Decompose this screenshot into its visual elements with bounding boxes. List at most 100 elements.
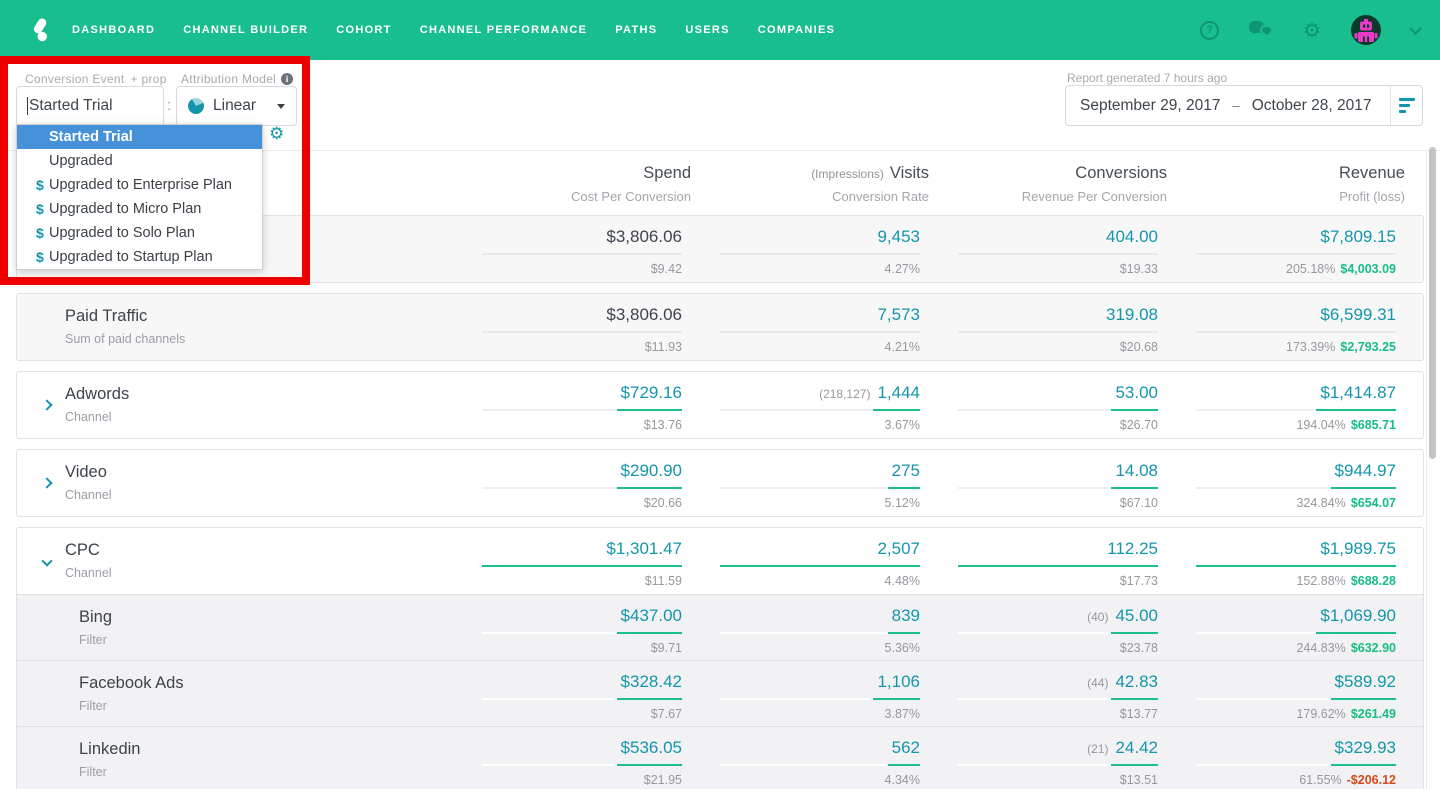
metric-underline bbox=[720, 565, 920, 567]
metric-value[interactable]: $1,414.87 bbox=[1320, 383, 1396, 402]
metric-value[interactable]: $536.05 bbox=[621, 738, 682, 757]
metric-value[interactable]: $329.93 bbox=[1335, 738, 1396, 757]
metric-value[interactable]: 42.83 bbox=[1115, 672, 1158, 691]
nav-item-dashboard[interactable]: DASHBOARD bbox=[72, 24, 155, 36]
conversion-event-dropdown: Started Trial Upgraded $ Upgraded to Enterp… bbox=[16, 124, 263, 270]
table-row-facebook-ads[interactable]: Facebook Ads Filter $328.42 $7.67 1,106 3.87%… bbox=[17, 660, 1423, 726]
metric-cell[interactable]: (21) 24.42 $13.51 bbox=[920, 727, 1158, 789]
table-row-bing[interactable]: Bing Filter $437.00 $9.71 839 5.36% (40) 45.00 $… bbox=[17, 594, 1423, 660]
metric-cell[interactable]: $1,301.47 $11.59 bbox=[444, 528, 682, 594]
metric-value[interactable]: 562 bbox=[892, 738, 920, 757]
dropdown-item-started-trial[interactable]: Started Trial bbox=[17, 125, 262, 149]
metric-cell[interactable]: 404.00 $19.33 bbox=[920, 216, 1158, 282]
metric-cell[interactable]: 7,573 4.21% bbox=[682, 294, 920, 360]
metric-cell[interactable]: $589.92 179.62% $261.49 bbox=[1158, 661, 1396, 726]
info-icon[interactable]: i bbox=[281, 73, 294, 85]
app-logo[interactable] bbox=[24, 15, 54, 45]
metric-cell[interactable]: (44) 42.83 $13.77 bbox=[920, 661, 1158, 726]
metric-cell[interactable]: $944.97 324.84% $654.07 bbox=[1158, 450, 1396, 516]
metric-cell[interactable]: $1,989.75 152.88% $688.28 bbox=[1158, 528, 1396, 594]
scrollbar-thumb[interactable] bbox=[1429, 147, 1436, 459]
metric-cell[interactable]: 53.00 $26.70 bbox=[920, 372, 1158, 438]
metric-cell[interactable]: 2,507 4.48% bbox=[682, 528, 920, 594]
metric-cell[interactable]: 112.25 $17.73 bbox=[920, 528, 1158, 594]
dropdown-item-upgraded-to-enterprise-plan[interactable]: $ Upgraded to Enterprise Plan bbox=[17, 173, 262, 197]
metric-cell[interactable]: $290.90 $20.66 bbox=[444, 450, 682, 516]
help-icon[interactable]: ? bbox=[1200, 20, 1220, 40]
metric-cell[interactable]: $536.05 $21.95 bbox=[444, 727, 682, 789]
metric-value[interactable]: 53.00 bbox=[1115, 383, 1158, 402]
metric-value[interactable]: $589.92 bbox=[1335, 672, 1396, 691]
table-row-video[interactable]: Video Channel $290.90 $20.66 275 5.12% 14.08 $6… bbox=[17, 450, 1423, 516]
dropdown-item-upgraded-to-startup-plan[interactable]: $ Upgraded to Startup Plan bbox=[17, 245, 262, 269]
metric-cell[interactable]: 319.08 $20.68 bbox=[920, 294, 1158, 360]
metric-cell[interactable]: 1,106 3.87% bbox=[682, 661, 920, 726]
sort-filter-icon[interactable] bbox=[1390, 86, 1422, 125]
metric-rule bbox=[720, 632, 920, 634]
metric-value[interactable]: $944.97 bbox=[1335, 461, 1396, 480]
dropdown-item-upgraded[interactable]: Upgraded bbox=[17, 149, 262, 173]
table-row-linkedin[interactable]: Linkedin Filter $536.05 $21.95 562 4.34% (21) 2… bbox=[17, 726, 1423, 789]
attribution-model-select[interactable]: Linear bbox=[176, 86, 297, 126]
metric-cell[interactable]: $7,809.15 205.18% $4,003.09 bbox=[1158, 216, 1396, 282]
table-row-cpc[interactable]: CPC Channel $1,301.47 $11.59 2,507 4.48% 112.2… bbox=[17, 528, 1423, 594]
metric-value[interactable]: $7,809.15 bbox=[1320, 227, 1396, 246]
metric-value[interactable]: 9,453 bbox=[877, 227, 920, 246]
conversion-event-input[interactable]: Started Trial bbox=[16, 86, 164, 126]
table-row-paid-traffic[interactable]: Paid Traffic Sum of paid channels $3,806.0… bbox=[17, 294, 1423, 360]
metric-value[interactable]: $1,989.75 bbox=[1320, 539, 1396, 558]
nav-item-paths[interactable]: PATHS bbox=[615, 24, 657, 36]
metric-value[interactable]: $290.90 bbox=[621, 461, 682, 480]
metric-cell[interactable]: (218,127) 1,444 3.67% bbox=[682, 372, 920, 438]
metric-cell[interactable]: $729.16 $13.76 bbox=[444, 372, 682, 438]
metric-sub-value: 4.27% bbox=[884, 262, 920, 276]
date-range-picker[interactable]: September 29, 2017 – October 28, 2017 bbox=[1065, 85, 1423, 126]
metric-value[interactable]: $729.16 bbox=[621, 383, 682, 402]
metric-cell[interactable]: (40) 45.00 $23.78 bbox=[920, 595, 1158, 660]
metric-cell[interactable]: 839 5.36% bbox=[682, 595, 920, 660]
dropdown-item-upgraded-to-micro-plan[interactable]: $ Upgraded to Micro Plan bbox=[17, 197, 262, 221]
metric-value[interactable]: $437.00 bbox=[621, 606, 682, 625]
metric-cell[interactable]: 275 5.12% bbox=[682, 450, 920, 516]
nav-item-users[interactable]: USERS bbox=[685, 24, 729, 36]
nav-item-cohort[interactable]: COHORT bbox=[336, 24, 391, 36]
metric-cell[interactable]: 14.08 $67.10 bbox=[920, 450, 1158, 516]
metric-value[interactable]: $6,599.31 bbox=[1320, 305, 1396, 324]
metric-value[interactable]: $1,069.90 bbox=[1320, 606, 1396, 625]
chevron-down-icon[interactable] bbox=[1409, 21, 1422, 35]
nav-item-companies[interactable]: COMPANIES bbox=[758, 24, 836, 36]
metric-value[interactable]: 404.00 bbox=[1106, 227, 1158, 246]
metric-sub-value: $11.93 bbox=[644, 340, 682, 354]
dropdown-item-upgraded-to-solo-plan[interactable]: $ Upgraded to Solo Plan bbox=[17, 221, 262, 245]
avatar[interactable] bbox=[1351, 15, 1381, 45]
metric-value[interactable]: 24.42 bbox=[1115, 738, 1158, 757]
metric-cell[interactable]: $437.00 $9.71 bbox=[444, 595, 682, 660]
metric-underline bbox=[1331, 698, 1396, 700]
metric-value[interactable]: $328.42 bbox=[621, 672, 682, 691]
metric-cell[interactable]: $6,599.31 173.39% $2,793.25 bbox=[1158, 294, 1396, 360]
metric-cell[interactable]: $1,069.90 244.83% $632.90 bbox=[1158, 595, 1396, 660]
add-prop-link[interactable]: + prop bbox=[131, 72, 167, 86]
metric-cell[interactable]: 562 4.34% bbox=[682, 727, 920, 789]
chat-icon[interactable] bbox=[1249, 20, 1274, 40]
settings-gear-icon[interactable]: ⚙ bbox=[1303, 20, 1321, 40]
event-settings-gear-icon[interactable]: ⚙ bbox=[269, 124, 284, 144]
metric-value[interactable]: 45.00 bbox=[1115, 606, 1158, 625]
metric-value[interactable]: 1,106 bbox=[877, 672, 920, 691]
metric-cell[interactable]: $329.93 61.55% -$206.12 bbox=[1158, 727, 1396, 789]
metric-value[interactable]: $1,301.47 bbox=[606, 539, 682, 558]
metric-value[interactable]: 7,573 bbox=[877, 305, 920, 324]
metric-value[interactable]: 319.08 bbox=[1106, 305, 1158, 324]
metric-value[interactable]: 839 bbox=[892, 606, 920, 625]
nav-item-channel-performance[interactable]: CHANNEL PERFORMANCE bbox=[420, 24, 588, 36]
metric-value[interactable]: 2,507 bbox=[877, 539, 920, 558]
metric-value[interactable]: 1,444 bbox=[877, 383, 920, 402]
metric-cell[interactable]: $328.42 $7.67 bbox=[444, 661, 682, 726]
table-row-adwords[interactable]: Adwords Channel $729.16 $13.76 (218,127) 1,44… bbox=[17, 372, 1423, 438]
metric-cell[interactable]: 9,453 4.27% bbox=[682, 216, 920, 282]
metric-value[interactable]: 275 bbox=[892, 461, 920, 480]
metric-value[interactable]: 14.08 bbox=[1115, 461, 1158, 480]
metric-value[interactable]: 112.25 bbox=[1107, 539, 1158, 558]
metric-cell[interactable]: $1,414.87 194.04% $685.71 bbox=[1158, 372, 1396, 438]
nav-item-channel-builder[interactable]: CHANNEL BUILDER bbox=[183, 24, 308, 36]
